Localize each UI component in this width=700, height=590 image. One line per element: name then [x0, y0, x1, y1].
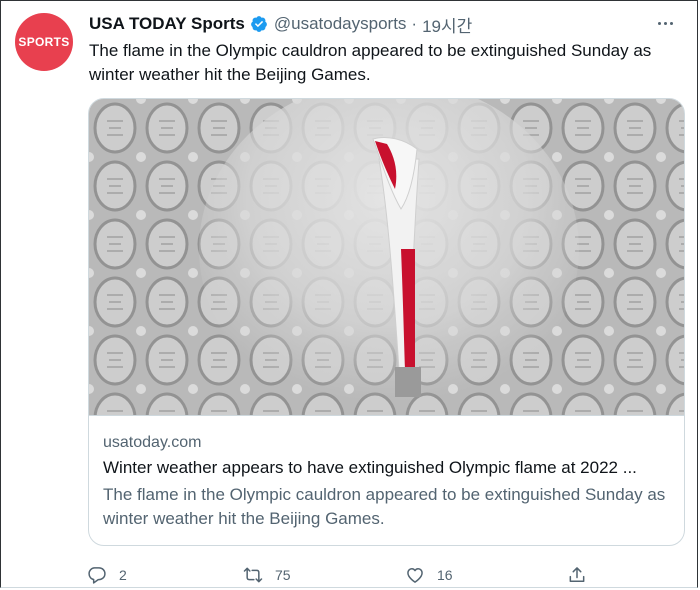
verified-badge-icon: [250, 16, 267, 32]
card-title[interactable]: Winter weather appears to have extinguis…: [103, 458, 673, 478]
card-image[interactable]: [89, 99, 684, 415]
tweet-container: SPORTS USA TODAY Sports @usatodaysports …: [0, 0, 698, 588]
separator-dot: ·: [411, 14, 418, 33]
reply-icon: [88, 567, 106, 584]
more-options-icon[interactable]: [655, 13, 675, 33]
avatar-label: SPORTS: [18, 35, 70, 49]
retweet-button[interactable]: 75: [243, 563, 291, 587]
card-description: The flame in the Olympic cauldron appear…: [103, 485, 666, 528]
avatar[interactable]: SPORTS: [15, 13, 73, 71]
author-name[interactable]: USA TODAY Sports: [89, 14, 245, 34]
like-count: 16: [437, 567, 453, 583]
author-handle[interactable]: @usatodaysports: [274, 14, 407, 34]
tweet-text: The flame in the Olympic cauldron appear…: [89, 41, 652, 84]
action-bar: 2 75 16: [87, 563, 597, 587]
card-divider: [89, 415, 684, 416]
tweet-header: USA TODAY Sports @usatodaysports · 19시간: [89, 12, 472, 37]
like-button[interactable]: 16: [405, 563, 453, 587]
share-button[interactable]: [567, 563, 587, 587]
card-domain: usatoday.com: [103, 434, 202, 451]
link-card[interactable]: usatoday.com Winter weather appears to h…: [88, 98, 685, 546]
share-icon: [569, 567, 585, 582]
retweet-count: 75: [275, 567, 291, 583]
reply-count: 2: [119, 567, 127, 583]
timestamp[interactable]: 19시간: [422, 12, 472, 37]
retweet-icon: [243, 567, 263, 583]
like-icon: [407, 568, 423, 583]
reply-button[interactable]: 2: [87, 563, 127, 587]
